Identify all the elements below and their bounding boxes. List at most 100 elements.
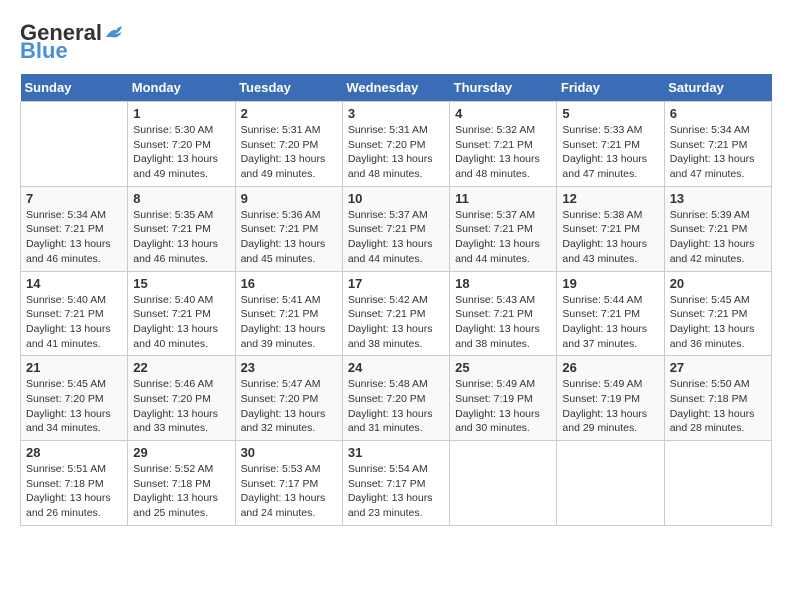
- day-number: 4: [455, 106, 551, 121]
- day-info: Sunrise: 5:37 AMSunset: 7:21 PMDaylight:…: [455, 208, 551, 267]
- day-info: Sunrise: 5:54 AMSunset: 7:17 PMDaylight:…: [348, 462, 444, 521]
- day-cell: 2 Sunrise: 5:31 AMSunset: 7:20 PMDaylight…: [235, 102, 342, 187]
- day-number: 17: [348, 276, 444, 291]
- day-number: 30: [241, 445, 337, 460]
- day-info: Sunrise: 5:52 AMSunset: 7:18 PMDaylight:…: [133, 462, 229, 521]
- day-info: Sunrise: 5:40 AMSunset: 7:21 PMDaylight:…: [26, 293, 122, 352]
- calendar-table: SundayMondayTuesdayWednesdayThursdayFrid…: [20, 74, 772, 526]
- week-row-3: 21Sunrise: 5:45 AMSunset: 7:20 PMDayligh…: [21, 356, 772, 441]
- day-number: 14: [26, 276, 122, 291]
- day-cell: 3 Sunrise: 5:31 AMSunset: 7:20 PMDaylight…: [342, 102, 449, 187]
- day-number: 29: [133, 445, 229, 460]
- day-number: 28: [26, 445, 122, 460]
- day-info: Sunrise: 5:46 AMSunset: 7:20 PMDaylight:…: [133, 377, 229, 436]
- day-cell: 5 Sunrise: 5:33 AMSunset: 7:21 PMDaylight…: [557, 102, 664, 187]
- day-cell: 16 Sunrise: 5:41 AMSunset: 7:21 PMDayligh…: [235, 271, 342, 356]
- day-cell: 11 Sunrise: 5:37 AMSunset: 7:21 PMDayligh…: [450, 186, 557, 271]
- day-cell: 22 Sunrise: 5:46 AMSunset: 7:20 PMDayligh…: [128, 356, 235, 441]
- day-cell: 27Sunrise: 5:50 AMSunset: 7:18 PMDayligh…: [664, 356, 771, 441]
- day-info: Sunrise: 5:30 AMSunset: 7:20 PMDaylight:…: [133, 123, 229, 182]
- weekday-tuesday: Tuesday: [235, 74, 342, 102]
- day-number: 16: [241, 276, 337, 291]
- day-info: Sunrise: 5:43 AMSunset: 7:21 PMDaylight:…: [455, 293, 551, 352]
- day-info: Sunrise: 5:31 AMSunset: 7:20 PMDaylight:…: [348, 123, 444, 182]
- day-number: 15: [133, 276, 229, 291]
- weekday-friday: Friday: [557, 74, 664, 102]
- day-cell: 8 Sunrise: 5:35 AMSunset: 7:21 PMDaylight…: [128, 186, 235, 271]
- weekday-wednesday: Wednesday: [342, 74, 449, 102]
- day-cell: 6Sunrise: 5:34 AMSunset: 7:21 PMDaylight…: [664, 102, 771, 187]
- day-info: Sunrise: 5:32 AMSunset: 7:21 PMDaylight:…: [455, 123, 551, 182]
- week-row-4: 28 Sunrise: 5:51 AMSunset: 7:18 PMDayligh…: [21, 441, 772, 526]
- weekday-saturday: Saturday: [664, 74, 771, 102]
- day-number: 3: [348, 106, 444, 121]
- day-cell: 4 Sunrise: 5:32 AMSunset: 7:21 PMDaylight…: [450, 102, 557, 187]
- day-number: 31: [348, 445, 444, 460]
- day-info: Sunrise: 5:33 AMSunset: 7:21 PMDaylight:…: [562, 123, 658, 182]
- day-number: 5: [562, 106, 658, 121]
- day-info: Sunrise: 5:49 AMSunset: 7:19 PMDaylight:…: [455, 377, 551, 436]
- day-cell: 14 Sunrise: 5:40 AMSunset: 7:21 PMDayligh…: [21, 271, 128, 356]
- day-number: 24: [348, 360, 444, 375]
- day-info: Sunrise: 5:47 AMSunset: 7:20 PMDaylight:…: [241, 377, 337, 436]
- day-cell: [450, 441, 557, 526]
- day-info: Sunrise: 5:53 AMSunset: 7:17 PMDaylight:…: [241, 462, 337, 521]
- day-number: 7: [26, 191, 122, 206]
- weekday-header-row: SundayMondayTuesdayWednesdayThursdayFrid…: [21, 74, 772, 102]
- day-number: 2: [241, 106, 337, 121]
- week-row-2: 14 Sunrise: 5:40 AMSunset: 7:21 PMDayligh…: [21, 271, 772, 356]
- day-number: 12: [562, 191, 658, 206]
- page-header: General Blue: [20, 20, 772, 64]
- day-cell: 12Sunrise: 5:38 AMSunset: 7:21 PMDayligh…: [557, 186, 664, 271]
- weekday-thursday: Thursday: [450, 74, 557, 102]
- day-number: 19: [562, 276, 658, 291]
- day-cell: 26 Sunrise: 5:49 AMSunset: 7:19 PMDayligh…: [557, 356, 664, 441]
- week-row-0: 1 Sunrise: 5:30 AMSunset: 7:20 PMDaylight…: [21, 102, 772, 187]
- day-number: 13: [670, 191, 766, 206]
- day-info: Sunrise: 5:34 AMSunset: 7:21 PMDaylight:…: [26, 208, 122, 267]
- day-info: Sunrise: 5:35 AMSunset: 7:21 PMDaylight:…: [133, 208, 229, 267]
- day-number: 21: [26, 360, 122, 375]
- day-number: 22: [133, 360, 229, 375]
- logo-blue: Blue: [20, 38, 68, 64]
- day-number: 23: [241, 360, 337, 375]
- weekday-monday: Monday: [128, 74, 235, 102]
- day-info: Sunrise: 5:31 AMSunset: 7:20 PMDaylight:…: [241, 123, 337, 182]
- day-number: 8: [133, 191, 229, 206]
- day-number: 25: [455, 360, 551, 375]
- day-cell: [557, 441, 664, 526]
- day-cell: 24 Sunrise: 5:48 AMSunset: 7:20 PMDayligh…: [342, 356, 449, 441]
- day-info: Sunrise: 5:48 AMSunset: 7:20 PMDaylight:…: [348, 377, 444, 436]
- day-cell: 25 Sunrise: 5:49 AMSunset: 7:19 PMDayligh…: [450, 356, 557, 441]
- day-info: Sunrise: 5:45 AMSunset: 7:21 PMDaylight:…: [670, 293, 766, 352]
- day-cell: 17Sunrise: 5:42 AMSunset: 7:21 PMDayligh…: [342, 271, 449, 356]
- day-number: 27: [670, 360, 766, 375]
- day-number: 11: [455, 191, 551, 206]
- day-cell: [21, 102, 128, 187]
- day-cell: 10Sunrise: 5:37 AMSunset: 7:21 PMDayligh…: [342, 186, 449, 271]
- day-cell: 21Sunrise: 5:45 AMSunset: 7:20 PMDayligh…: [21, 356, 128, 441]
- day-number: 1: [133, 106, 229, 121]
- day-cell: 29 Sunrise: 5:52 AMSunset: 7:18 PMDayligh…: [128, 441, 235, 526]
- day-cell: 28 Sunrise: 5:51 AMSunset: 7:18 PMDayligh…: [21, 441, 128, 526]
- day-info: Sunrise: 5:37 AMSunset: 7:21 PMDaylight:…: [348, 208, 444, 267]
- day-info: Sunrise: 5:51 AMSunset: 7:18 PMDaylight:…: [26, 462, 122, 521]
- day-info: Sunrise: 5:40 AMSunset: 7:21 PMDaylight:…: [133, 293, 229, 352]
- day-cell: 9 Sunrise: 5:36 AMSunset: 7:21 PMDaylight…: [235, 186, 342, 271]
- day-cell: 23 Sunrise: 5:47 AMSunset: 7:20 PMDayligh…: [235, 356, 342, 441]
- day-cell: 30 Sunrise: 5:53 AMSunset: 7:17 PMDayligh…: [235, 441, 342, 526]
- day-info: Sunrise: 5:36 AMSunset: 7:21 PMDaylight:…: [241, 208, 337, 267]
- day-cell: [664, 441, 771, 526]
- day-info: Sunrise: 5:49 AMSunset: 7:19 PMDaylight:…: [562, 377, 658, 436]
- day-cell: 1 Sunrise: 5:30 AMSunset: 7:20 PMDaylight…: [128, 102, 235, 187]
- day-info: Sunrise: 5:44 AMSunset: 7:21 PMDaylight:…: [562, 293, 658, 352]
- day-cell: 31 Sunrise: 5:54 AMSunset: 7:17 PMDayligh…: [342, 441, 449, 526]
- day-cell: 15 Sunrise: 5:40 AMSunset: 7:21 PMDayligh…: [128, 271, 235, 356]
- day-info: Sunrise: 5:41 AMSunset: 7:21 PMDaylight:…: [241, 293, 337, 352]
- day-cell: 7 Sunrise: 5:34 AMSunset: 7:21 PMDaylight…: [21, 186, 128, 271]
- day-number: 26: [562, 360, 658, 375]
- logo: General Blue: [20, 20, 126, 64]
- day-cell: 18Sunrise: 5:43 AMSunset: 7:21 PMDayligh…: [450, 271, 557, 356]
- day-number: 9: [241, 191, 337, 206]
- day-info: Sunrise: 5:39 AMSunset: 7:21 PMDaylight:…: [670, 208, 766, 267]
